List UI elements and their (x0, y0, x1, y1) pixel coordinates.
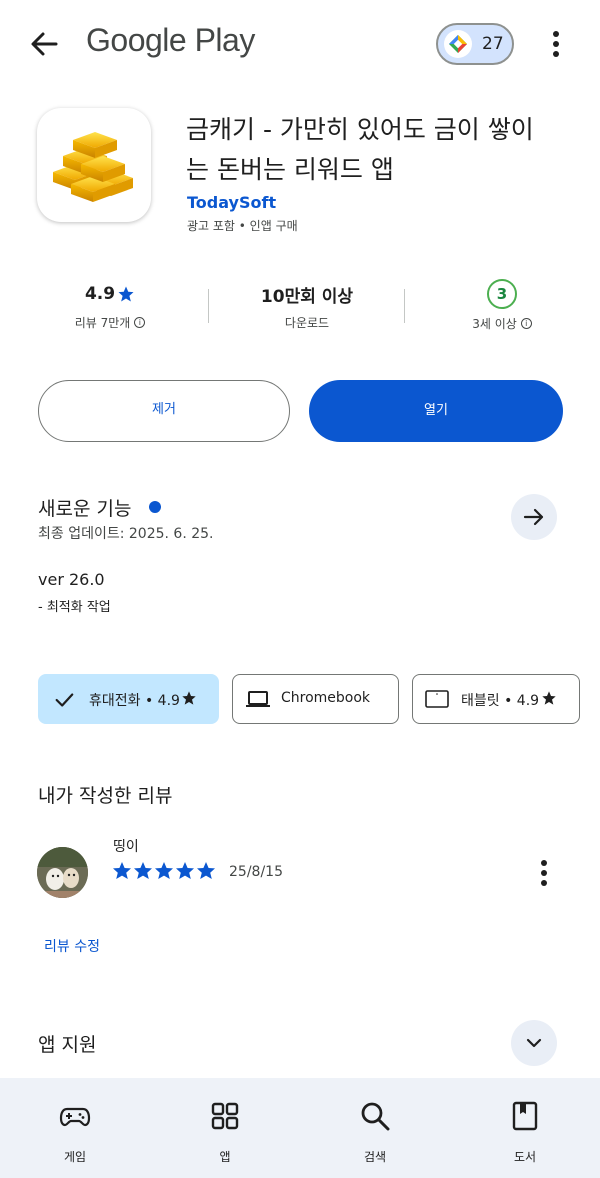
reviewer-name: 띵이 (113, 839, 139, 855)
more-vert-icon[interactable] (532, 857, 556, 889)
info-icon: i (134, 317, 146, 328)
search-icon (361, 1102, 390, 1131)
device-chip-label: Chromebook (281, 690, 371, 706)
whats-new-title: 새로운 기능 (38, 498, 132, 520)
arrow-back-icon[interactable] (26, 28, 62, 60)
more-vert-icon[interactable] (544, 28, 568, 60)
app-support-title: 앱 지원 (38, 1034, 97, 1056)
star-icon (134, 862, 152, 879)
version-text: ver 26.0 (38, 570, 105, 589)
downloads-stat: 10만회 이상 다운로드 (247, 282, 367, 331)
arrow-forward-icon (523, 508, 544, 526)
rating-stat[interactable]: 4.9 리뷰 7만개 i (60, 282, 160, 331)
device-chip-label: 휴대전화 • 4.9 (89, 693, 180, 709)
age-rating-stat[interactable]: 3 3세 이상 i (452, 279, 552, 332)
nav-item-search[interactable]: 검색 (325, 1078, 425, 1178)
nav-item-games[interactable]: 게임 (25, 1078, 125, 1178)
laptop-icon (246, 691, 270, 707)
rating-label: 리뷰 7만개 (74, 316, 131, 330)
play-points-badge[interactable]: 27 (436, 23, 514, 65)
play-points-icon (444, 30, 472, 58)
rating-value: 4.9 (84, 284, 116, 304)
app-title: 금캐기 - 가만히 있어도 금이 쌓이는 돈버는 리워드 앱 (186, 115, 534, 184)
device-chip-label: 태블릿 • 4.9 (461, 693, 540, 709)
check-icon (55, 693, 74, 707)
nav-label: 게임 (63, 1150, 87, 1164)
star-icon (176, 862, 194, 879)
top-app-bar: Google Play 27 (0, 0, 600, 90)
whats-new-arrow-button[interactable] (511, 494, 557, 540)
release-notes: - 최적화 작업 (38, 600, 111, 615)
chevron-down-icon (526, 1038, 542, 1048)
nav-label: 검색 (363, 1150, 387, 1164)
stat-divider (404, 289, 405, 323)
device-chip-tablet[interactable]: 태블릿 • 4.9 (412, 674, 580, 724)
open-button[interactable]: 열기 (309, 380, 563, 442)
new-indicator-dot (149, 501, 161, 513)
device-chip-phone[interactable]: 휴대전화 • 4.9 (38, 674, 219, 724)
tablet-icon (425, 690, 449, 708)
app-meta-info: 광고 포함 • 인앱 구매 (187, 219, 298, 233)
my-review-title: 내가 작성한 리뷰 (38, 785, 173, 807)
nav-label: 도서 (513, 1150, 537, 1164)
device-chip-chromebook[interactable]: Chromebook (232, 674, 399, 724)
star-icon (182, 691, 196, 705)
star-icon (118, 286, 134, 302)
store-title: Google Play (86, 22, 255, 58)
gold-bars-icon (53, 132, 133, 202)
app-support-expand-button[interactable] (511, 1020, 557, 1066)
avatar (37, 847, 88, 898)
developer-link[interactable]: TodaySoft (187, 193, 276, 212)
info-icon: i (520, 318, 532, 329)
nav-label: 앱 (219, 1150, 231, 1164)
downloads-label: 다운로드 (284, 316, 330, 330)
nav-item-apps[interactable]: 앱 (175, 1078, 275, 1178)
age-rating-badge: 3 (487, 279, 517, 309)
app-icon (37, 108, 151, 222)
book-icon (512, 1101, 538, 1131)
edit-review-link[interactable]: 리뷰 수정 (44, 936, 100, 956)
gamepad-icon (59, 1107, 91, 1127)
star-icon (113, 862, 131, 879)
bottom-navigation: 게임 앱 검색 도서 (0, 1078, 600, 1178)
points-count: 27 (482, 34, 504, 54)
nav-item-books[interactable]: 도서 (475, 1078, 575, 1178)
star-icon (542, 691, 556, 705)
review-stars (112, 861, 218, 885)
downloads-value: 10만회 이상 (260, 286, 354, 307)
uninstall-button[interactable]: 제거 (38, 380, 290, 442)
star-icon (155, 862, 173, 879)
review-date: 25/8/15 (229, 864, 283, 880)
star-icon (197, 862, 215, 879)
stat-divider (208, 289, 209, 323)
apps-grid-icon (211, 1102, 239, 1130)
age-rating-label: 3세 이상 (472, 317, 517, 331)
last-updated: 최종 업데이트: 2025. 6. 25. (38, 526, 214, 542)
